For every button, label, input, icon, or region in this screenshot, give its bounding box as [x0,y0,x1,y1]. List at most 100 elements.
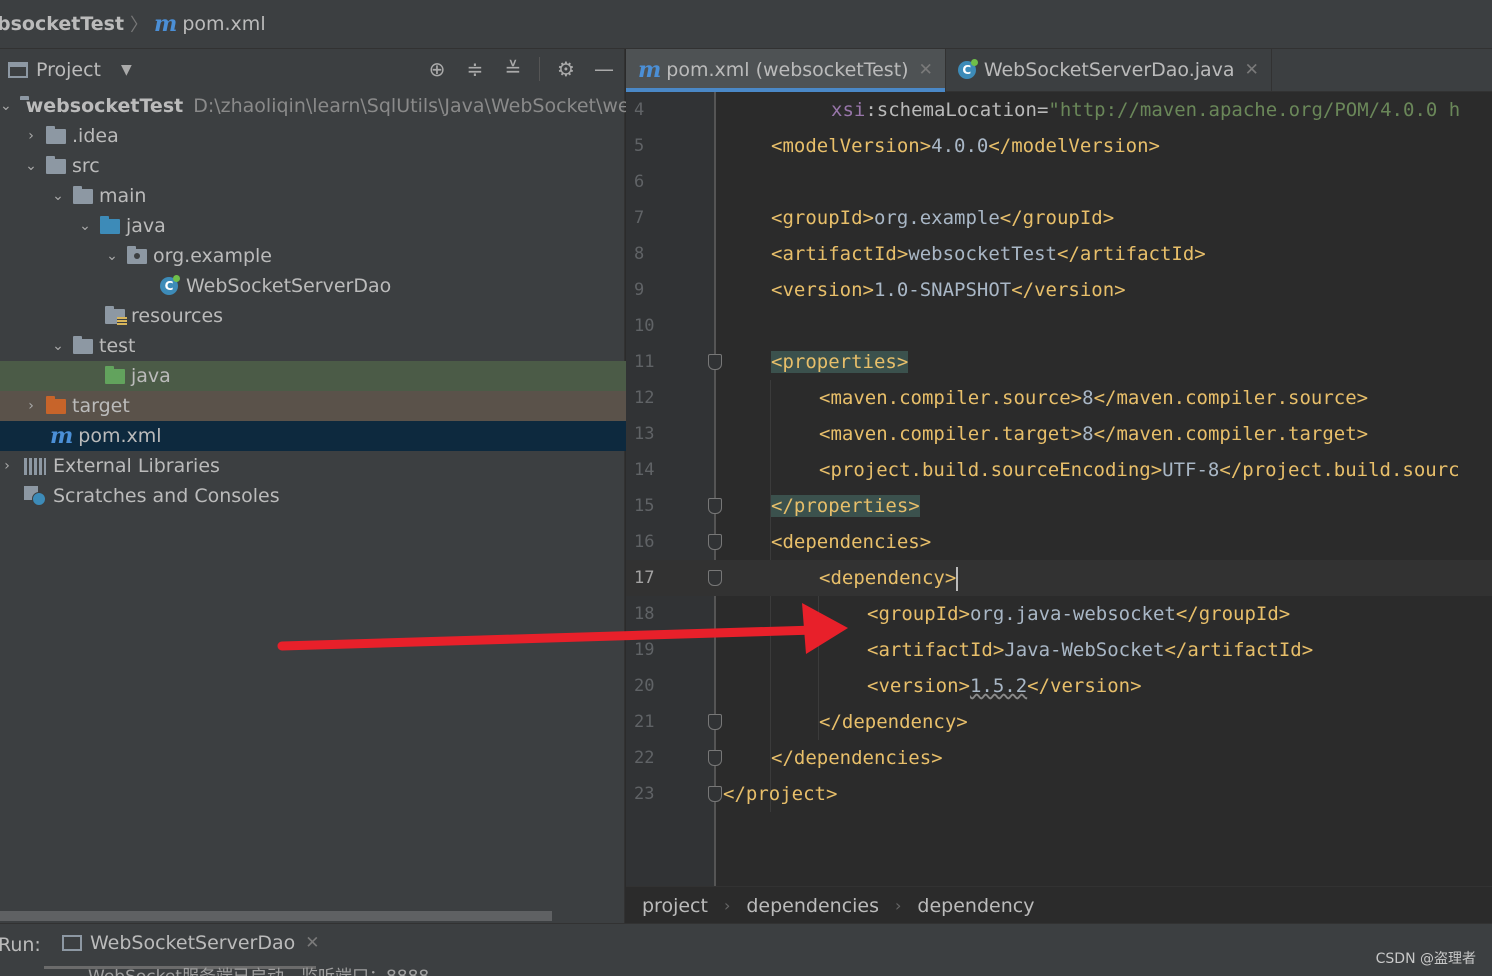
tree-item-org-example[interactable]: ⌄ org.example [0,241,729,271]
java-class-icon: C [957,59,978,79]
xml-text: org.example [873,207,1000,229]
chevron-down-icon[interactable]: ⌄ [51,188,65,204]
breadcrumb-dependencies[interactable]: dependencies [746,895,879,917]
breadcrumb-project[interactable]: project [642,895,708,917]
close-icon[interactable]: ✕ [919,60,933,80]
code-line: 18 <groupId>org.java-websocket</groupId> [626,596,1492,632]
code-line: 8 <artifactId>websocketTest</artifactId> [626,236,1492,272]
line-number: 18 [634,604,655,624]
chevron-down-icon[interactable]: ⌄ [105,248,119,264]
nav-file-crumb[interactable]: pom.xml [182,13,265,35]
tree-item-test[interactable]: ⌄ test [0,331,675,361]
chevron-right-icon: 〉 [130,15,149,36]
folder-icon [46,125,66,144]
code-line: 6 [626,164,1492,200]
xml-text: 4.0.0 [931,135,989,157]
minimize-icon[interactable]: — [592,57,616,81]
code-line: 23 </project> [626,776,1492,812]
tree-item-pom-xml[interactable]: m pom.xml [0,421,674,451]
project-panel-title: Project [36,59,102,81]
chevron-right-icon[interactable]: › [24,398,38,414]
line-number: 19 [634,640,655,660]
fold-icon[interactable] [708,534,722,550]
tree-item-target[interactable]: › target [0,391,648,421]
chevron-down-icon[interactable]: ⌄ [78,218,92,234]
tree-item-java-test[interactable]: java [0,361,729,391]
close-icon[interactable]: ✕ [305,933,319,953]
fold-icon[interactable] [708,498,722,514]
xml-attr-prefix: xsi [831,99,866,121]
line-number: 10 [634,316,655,336]
tree-item-main[interactable]: ⌄ main [0,181,675,211]
maven-file-icon: m [50,423,74,449]
code-line: 10 [626,308,1492,344]
line-number: 15 [634,496,655,516]
breadcrumb-dependency[interactable]: dependency [917,895,1034,917]
tree-item-label: java [126,215,166,237]
expand-all-icon[interactable]: ≑ [463,57,487,81]
xml-attr-name: schemaLocation [876,99,1037,121]
project-view-selector[interactable]: Project ▼ [8,59,132,81]
fold-icon[interactable] [708,354,722,370]
xml-tag: </groupId> [999,207,1115,229]
package-icon [127,245,147,264]
xml-text: UTF-8 [1162,459,1220,481]
chevron-right-icon[interactable]: › [0,458,14,474]
code-line: 19 <artifactId>Java-WebSocket</artifactI… [626,632,1492,668]
chevron-down-icon[interactable]: ⌄ [0,98,12,114]
xml-tag: <version> [867,675,970,697]
resources-folder-icon [105,305,127,326]
collapse-all-icon[interactable]: ≚ [501,57,525,81]
code-line: 14 <project.build.sourceEncoding>UTF-8</… [626,452,1492,488]
tab-pom-xml[interactable]: m pom.xml (websocketTest) ✕ [626,49,946,92]
code-editor[interactable]: 4 xsi:schemaLocation="http://maven.apach… [626,92,1492,886]
horizontal-scrollbar[interactable] [0,911,552,921]
editor-tabs: m pom.xml (websocketTest) ✕ C WebSocketS… [626,49,1492,92]
tree-item-scratches[interactable]: Scratches and Consoles [0,481,648,511]
chevron-down-icon[interactable]: ⌄ [51,338,65,354]
xml-tag: <artifactId> [867,639,1005,661]
code-line: 21 </dependency> [626,704,1492,740]
text-caret [956,566,959,591]
tree-item-websocketTest[interactable]: ⌄ websocketTest D:\zhaoliqin\learn\SqlUt… [0,91,662,121]
line-number: 9 [634,280,645,300]
fold-icon[interactable] [708,750,722,766]
tree-item-src[interactable]: ⌄ src [0,151,648,181]
nav-project-crumb[interactable]: bsocketTest [0,13,124,35]
tree-item-label: src [72,155,100,177]
xml-tag: <artifactId> [771,243,909,265]
tree-item-idea[interactable]: › .idea [0,121,648,151]
xml-text: Java-WebSocket [1004,639,1165,661]
xml-text: websocketTest [908,243,1057,265]
tab-label: WebSocketServerDao.java [983,59,1235,81]
chevron-right-icon[interactable]: › [24,128,38,144]
line-number: 7 [634,208,645,228]
tree-item-label: External Libraries [53,455,220,477]
fold-icon[interactable] [708,570,722,586]
close-icon[interactable]: ✕ [1245,60,1259,80]
locate-icon[interactable]: ⊕ [425,57,449,81]
tree-item-java-main[interactable]: ⌄ java [0,211,702,241]
run-tab-websocketserverdao[interactable]: WebSocketServerDao ✕ [62,932,319,954]
line-number: 12 [634,388,655,408]
project-tool-window: Project ▼ ⊕ ≑ ≚ ⚙ — ⌄ websocketTest D:\z… [0,49,729,923]
tree-item-external-libraries[interactable]: › External Libraries [0,451,624,481]
gear-icon[interactable]: ⚙ [554,57,578,81]
chevron-down-icon[interactable]: ▼ [121,62,132,78]
tree-item-path: D:\zhaoliqin\learn\SqlUtils\Java\WebSock… [193,95,663,117]
line-number: 8 [634,244,645,264]
java-class-icon: C [160,275,180,295]
xml-tag: </artifactId> [1057,243,1206,265]
fold-icon[interactable] [708,714,722,730]
xml-tag: </dependencies> [771,747,943,769]
xml-tag: </version> [1027,675,1142,697]
code-line: 16 <dependencies> [626,524,1492,560]
line-number: 16 [634,532,655,552]
tree-item-resources[interactable]: resources [0,301,729,331]
fold-icon[interactable] [708,786,722,802]
chevron-right-icon: › [723,896,731,915]
run-config-icon [62,935,82,951]
chevron-down-icon[interactable]: ⌄ [24,158,38,174]
code-line: 12 <maven.compiler.source>8</maven.compi… [626,380,1492,416]
tab-websocketserverdao[interactable]: C WebSocketServerDao.java ✕ [946,49,1272,91]
